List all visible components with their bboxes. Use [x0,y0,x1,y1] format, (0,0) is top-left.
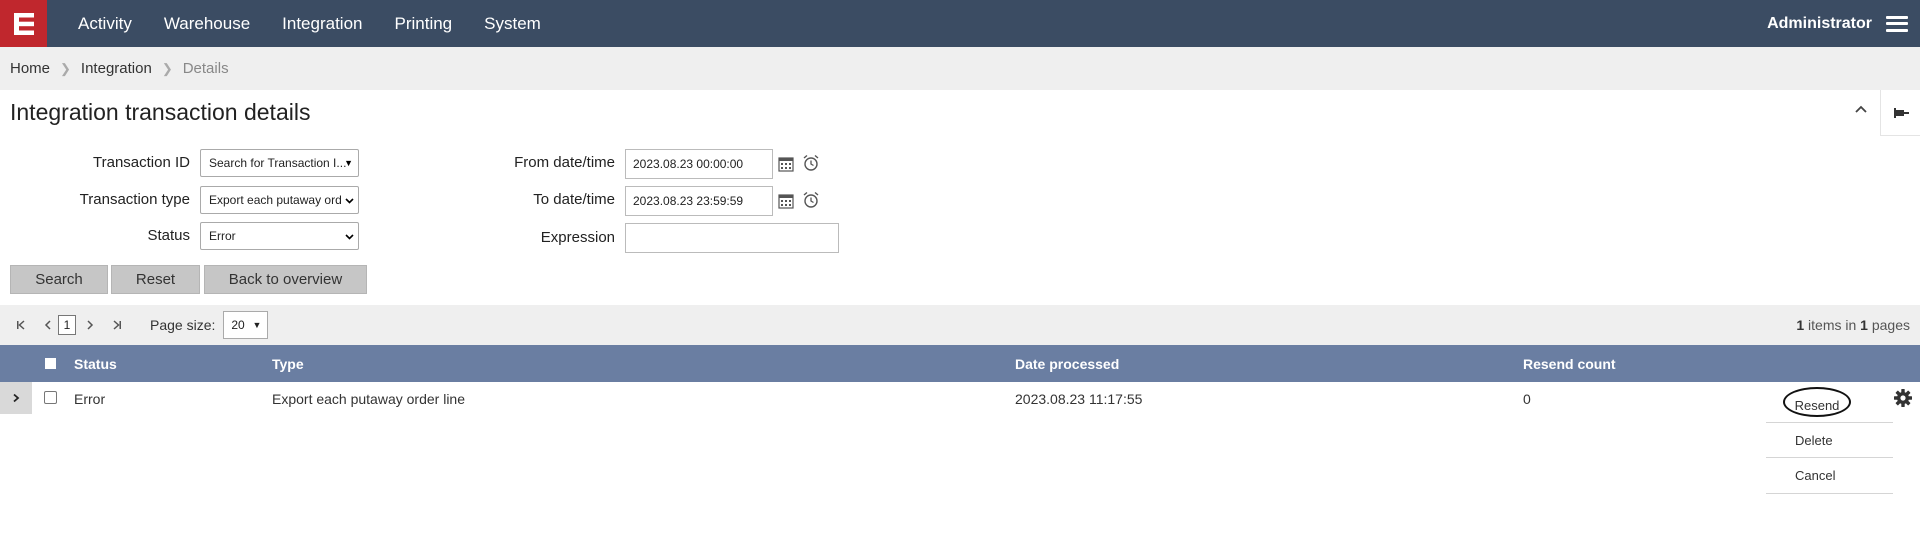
cancel-menu-item[interactable]: Cancel [1766,458,1893,494]
app-logo[interactable] [0,0,47,47]
to-date-label: To date/time [533,191,615,208]
nav-warehouse[interactable]: Warehouse [148,0,266,47]
page-size-value: 20 [231,318,245,332]
expression-input[interactable] [625,223,839,253]
calendar-icon[interactable] [777,192,795,210]
table-header: Status Type Date processed Resend count [0,345,1920,382]
pin-icon[interactable] [1880,90,1920,136]
nav-printing[interactable]: Printing [379,0,469,47]
delete-menu-item[interactable]: Delete [1766,422,1893,458]
next-page-icon[interactable] [86,320,94,330]
from-date-input[interactable]: 2023.08.23 00:00:00 [625,149,773,179]
chevron-right-icon: ❯ [161,60,173,76]
calendar-icon[interactable] [777,155,795,173]
gear-icon[interactable] [1893,388,1913,408]
alarm-clock-icon[interactable] [802,154,820,172]
logo-e-icon [13,12,34,35]
resend-button[interactable]: Resend [1783,387,1851,417]
column-date-processed[interactable]: Date processed [1015,356,1119,372]
top-navbar: Activity Warehouse Integration Printing … [0,0,1920,47]
reset-button[interactable]: Reset [111,265,200,294]
user-menu[interactable]: Administrator [1767,15,1872,33]
hamburger-icon[interactable] [1886,15,1908,32]
cell-date-processed: 2023.08.23 11:17:55 [1015,391,1143,407]
chevron-right-icon: ❯ [60,60,71,76]
transaction-id-placeholder: Search for Transaction I... [209,156,347,170]
pager: 1 Page size: 20 ▼ 1 items in 1 pages [0,305,1920,345]
row-checkbox[interactable] [44,391,57,404]
status-label: Status [147,227,190,244]
chevron-down-icon [345,198,354,204]
first-page-icon[interactable] [16,320,26,330]
column-type[interactable]: Type [272,356,304,372]
breadcrumb-integration[interactable]: Integration [81,60,152,77]
status-select[interactable]: Error [200,222,359,250]
nav-system[interactable]: System [468,0,557,47]
cell-status: Error [74,391,106,407]
items-text: items in [1808,317,1857,333]
status-value: Error [209,229,236,243]
expand-row-icon[interactable] [0,382,32,414]
page-title: Integration transaction details [10,99,311,125]
chevron-down-icon [345,234,354,240]
items-count: 1 [1796,317,1805,333]
pages-count: 1 [1860,317,1868,333]
column-resend-count[interactable]: Resend count [1523,356,1616,372]
previous-page-icon[interactable] [44,320,52,330]
expression-label: Expression [540,229,615,246]
page-size-label: Page size: [150,317,216,333]
select-all-checkbox[interactable] [45,358,56,369]
current-page[interactable]: 1 [58,315,76,335]
caret-down-icon: ▼ [344,158,353,168]
transaction-type-value: Export each putaway ord [209,193,342,207]
chevron-up-icon[interactable] [1851,101,1871,121]
to-date-input[interactable]: 2023.08.23 23:59:59 [625,186,773,216]
breadcrumb: Home ❯ Integration ❯ Details [0,47,1920,90]
alarm-clock-icon[interactable] [802,191,820,209]
table-row[interactable]: Error Export each putaway order line 202… [0,382,1920,414]
transaction-type-label: Transaction type [79,191,190,208]
cell-type: Export each putaway order line [272,391,465,407]
nav-activity[interactable]: Activity [62,0,148,47]
last-page-icon[interactable] [112,320,122,330]
transaction-id-select[interactable]: Search for Transaction I... ▼ [200,149,359,177]
back-to-overview-button[interactable]: Back to overview [204,265,367,294]
caret-down-icon: ▼ [252,320,262,330]
column-status[interactable]: Status [74,356,117,372]
from-date-label: From date/time [514,154,615,171]
nav-integration[interactable]: Integration [266,0,378,47]
search-button[interactable]: Search [10,265,108,294]
cell-resend-count: 0 [1523,391,1531,407]
breadcrumb-home[interactable]: Home [10,60,50,77]
breadcrumb-details: Details [182,60,229,77]
transaction-id-label: Transaction ID [93,154,190,171]
items-info: 1 items in 1 pages [1796,317,1910,333]
pages-text: pages [1871,317,1910,333]
transaction-type-select[interactable]: Export each putaway ord [200,186,359,214]
page-size-select[interactable]: 20 ▼ [223,311,269,339]
resend-label: Resend [1794,397,1840,413]
